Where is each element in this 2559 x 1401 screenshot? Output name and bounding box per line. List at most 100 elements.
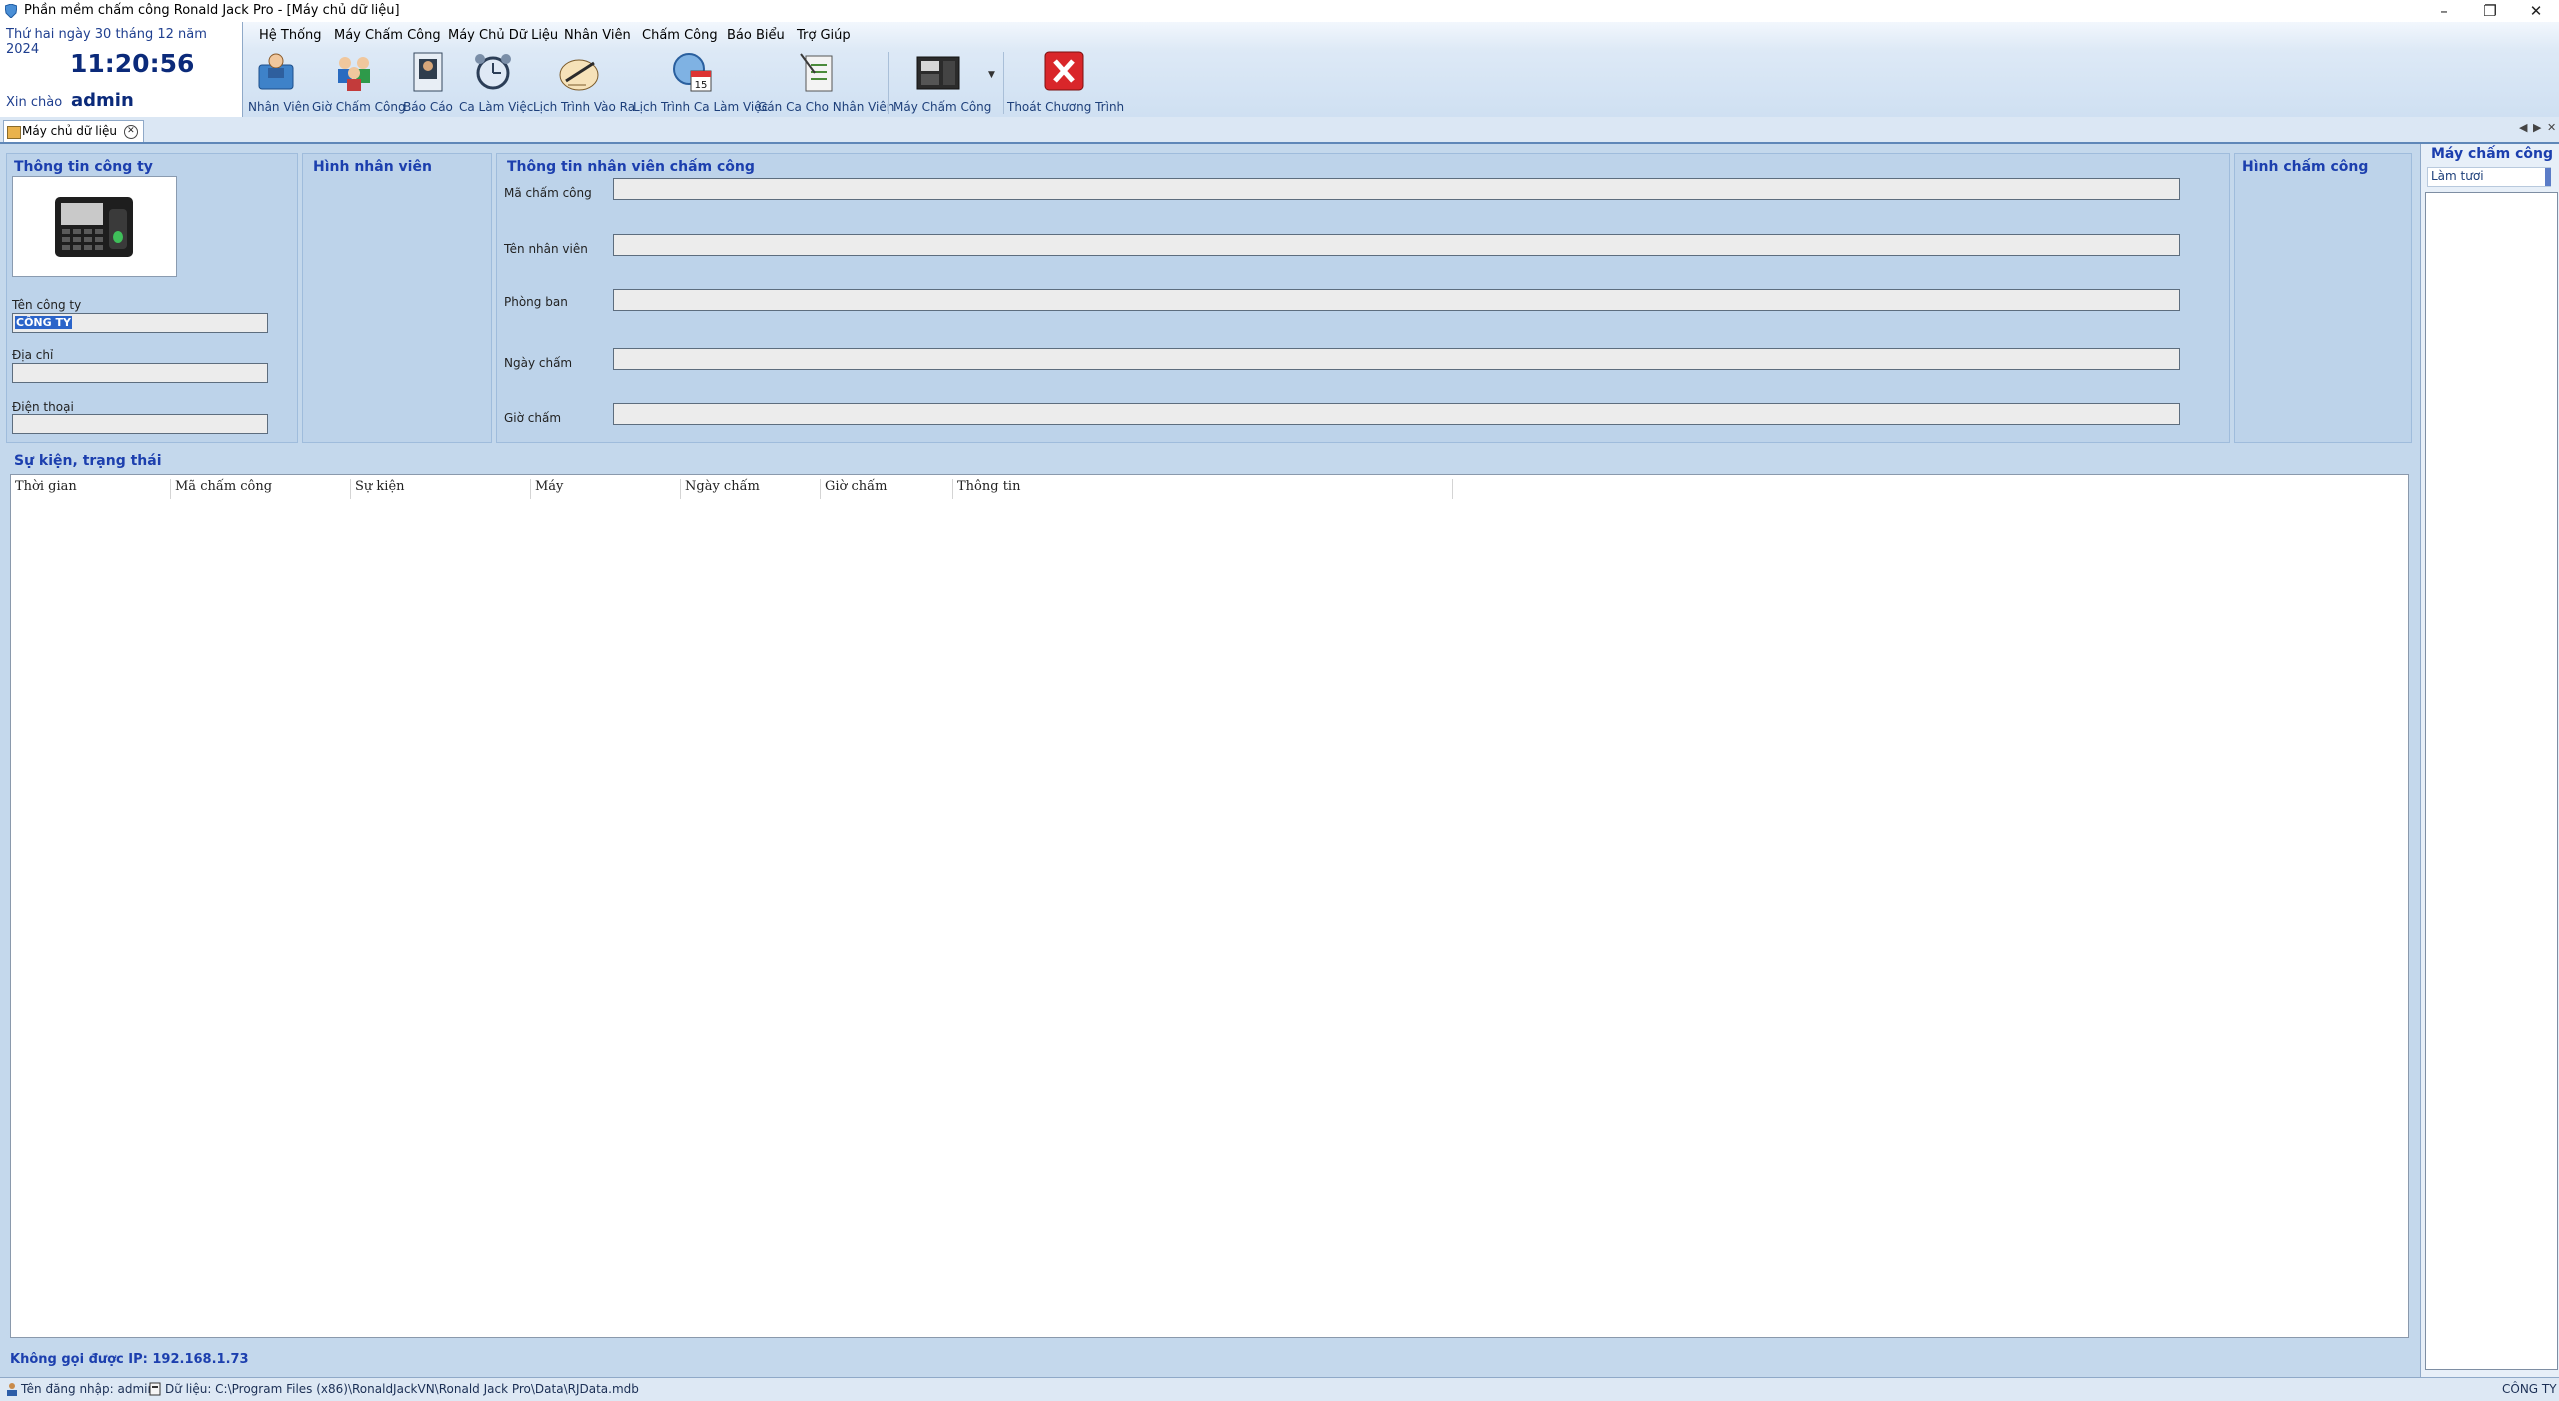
phong-ban-label: Phòng ban — [504, 295, 568, 309]
toolbar-label: Giờ Chấm Công — [312, 100, 406, 114]
toolbar-lich-trinh-ca-lam-viec-button[interactable]: 15 Lịch Trình Ca Làm Việc — [633, 49, 769, 115]
company-name-input[interactable]: CÔNG TY — [12, 313, 268, 333]
refresh-button[interactable]: Làm tươi — [2427, 167, 2551, 187]
attendance-info-title: Thông tin nhân viên chấm công — [507, 159, 755, 175]
tab-label: Máy chủ dữ liệu — [22, 124, 117, 138]
events-title: Sự kiện, trạng thái — [14, 453, 162, 469]
column-header-ma-cham-cong[interactable]: Mã chấm công — [171, 479, 351, 499]
ten-nhan-vien-input[interactable] — [613, 234, 2180, 256]
menu-may-chu-du-lieu[interactable]: Máy Chủ Dữ Liệu — [448, 28, 558, 43]
company-name-label: Tên công ty — [12, 298, 82, 312]
toolbar-label: Máy Chấm Công — [893, 100, 992, 114]
column-header-su-kien[interactable]: Sự kiện — [351, 479, 531, 499]
tab-document-icon — [7, 126, 21, 139]
dropdown-arrow-icon[interactable]: ▼ — [988, 70, 995, 80]
toolbar-bao-cao-button[interactable]: Báo Cáo — [403, 49, 453, 115]
login-status: Tên đăng nhập: admin — [21, 1382, 156, 1396]
phong-ban-input[interactable] — [613, 289, 2180, 311]
events-table[interactable]: Thời gian Mã chấm công Sự kiện Máy Ngày … — [10, 474, 2409, 1338]
menu-tro-giup[interactable]: Trợ Giúp — [797, 28, 851, 43]
alarm-clock-icon — [475, 54, 511, 90]
close-button[interactable]: ✕ — [2513, 0, 2559, 22]
toolbar-label: Nhân Viên — [248, 100, 310, 114]
toolbar-thoat-button[interactable]: Thoát Chương Trình — [1007, 49, 1124, 115]
calendar-icon: 15 — [673, 53, 712, 92]
company-logo — [12, 176, 177, 277]
clipboard-icon — [800, 53, 833, 92]
ma-cham-cong-label: Mã chấm công — [504, 186, 592, 200]
employee-folder-icon — [258, 53, 294, 90]
ngay-cham-label: Ngày chấm — [504, 356, 573, 370]
device-icon — [916, 56, 960, 90]
machine-dock-title: Máy chấm công — [2431, 146, 2554, 162]
company-info-title: Thông tin công ty — [14, 159, 153, 175]
attendance-photo-title: Hình chấm công — [2242, 159, 2369, 175]
data-path-status: Dữ liệu: C:\Program Files (x86)\RonaldJa… — [165, 1382, 639, 1396]
tab-close-all-icon[interactable]: ✕ — [2547, 121, 2556, 134]
employee-photo-title: Hình nhân viên — [313, 159, 432, 175]
column-header-thoi-gian[interactable]: Thời gian — [11, 479, 171, 499]
tab-may-chu-du-lieu[interactable]: Máy chủ dữ liệu ✕ — [3, 120, 144, 142]
current-time: 11:20:56 — [70, 49, 195, 78]
menu-he-thong[interactable]: Hệ Thống — [259, 28, 322, 43]
company-name-value: CÔNG TY — [15, 316, 72, 329]
ribbon: Hệ Thống Máy Chấm Công Máy Chủ Dữ Liệu N… — [243, 22, 2559, 118]
gio-cham-label: Giờ chấm — [504, 411, 562, 425]
toolbar-may-cham-cong-button[interactable]: Máy Chấm Công — [893, 49, 992, 115]
column-header-ngay-cham[interactable]: Ngày chấm — [681, 479, 821, 499]
toolbar-ca-lam-viec-button[interactable]: Ca Làm Việc — [459, 49, 534, 115]
menu-bao-bieu[interactable]: Báo Biểu — [727, 28, 785, 43]
employee-photo-panel: Hình nhân viên — [302, 153, 492, 443]
exit-icon — [1044, 51, 1084, 91]
toolbar-gio-cham-cong-button[interactable]: Giờ Chấm Công — [312, 49, 406, 115]
column-header-gio-cham[interactable]: Giờ chấm — [821, 479, 953, 499]
menu-nhan-vien[interactable]: Nhân Viên — [564, 28, 631, 43]
toolbar-separator — [1003, 52, 1004, 114]
database-icon — [149, 1382, 161, 1396]
menu-cham-cong[interactable]: Chấm Công — [642, 28, 718, 43]
report-icon — [413, 52, 443, 92]
tab-scroll-left-icon[interactable]: ◀ — [2519, 121, 2527, 134]
username-label: admin — [71, 90, 134, 111]
ma-cham-cong-input[interactable] — [613, 178, 2180, 200]
phone-input[interactable] — [12, 414, 268, 434]
clock-panel: Thứ hai ngày 30 tháng 12 năm 2024 11:20:… — [0, 22, 243, 118]
ngay-cham-input[interactable] — [613, 348, 2180, 370]
company-status: CÔNG TY — [2502, 1382, 2557, 1396]
status-bar: Tên đăng nhập: admin Dữ liệu: C:\Program… — [0, 1377, 2559, 1401]
toolbar-lich-trinh-vao-ra-button[interactable]: Lịch Trình Vào Ra — [533, 49, 636, 115]
toolbar-label: Ca Làm Việc — [459, 100, 534, 114]
column-header-thong-tin[interactable]: Thông tin — [953, 479, 1453, 499]
menu-may-cham-cong[interactable]: Máy Chấm Công — [334, 28, 441, 43]
ten-nhan-vien-label: Tên nhân viên — [504, 242, 588, 256]
column-header-may[interactable]: Máy — [531, 479, 681, 499]
toolbar-label: Lịch Trình Ca Làm Việc — [633, 100, 769, 114]
attendance-photo-panel: Hình chấm công — [2234, 153, 2412, 443]
tab-scroll-right-icon[interactable]: ▶ — [2533, 121, 2541, 134]
phone-label: Điện thoại — [12, 400, 74, 414]
workspace: Thông tin công ty Tên công ty CÔNG TY Đị… — [0, 144, 2418, 1377]
toolbar-label: Lịch Trình Vào Ra — [533, 100, 636, 114]
company-info-panel: Thông tin công ty Tên công ty CÔNG TY Đị… — [6, 153, 298, 443]
toolbar-gan-ca-button[interactable]: Gán Ca Cho Nhân Viên — [758, 49, 894, 115]
machine-list[interactable] — [2425, 192, 2558, 1370]
tab-close-icon[interactable]: ✕ — [123, 125, 138, 139]
connection-status-message: Không gọi được IP: 192.168.1.73 — [10, 1352, 249, 1367]
window-title: Phần mềm chấm công Ronald Jack Pro - [Má… — [24, 3, 400, 18]
toolbar-label: Báo Cáo — [403, 100, 453, 114]
calendar-day-text: 15 — [695, 80, 708, 91]
address-input[interactable] — [12, 363, 268, 383]
title-bar: Phần mềm chấm công Ronald Jack Pro - [Má… — [0, 0, 2559, 22]
attendance-info-panel: Thông tin nhân viên chấm công Mã chấm cô… — [496, 153, 2230, 443]
toolbar-nhan-vien-button[interactable]: Nhân Viên — [248, 49, 310, 115]
address-label: Địa chỉ — [12, 348, 54, 362]
restore-button[interactable]: ❐ — [2467, 0, 2513, 22]
greeting-label: Xin chào — [6, 95, 63, 110]
minimize-button[interactable]: – — [2421, 0, 2467, 22]
machine-dock: Máy chấm công Làm tươi — [2420, 144, 2559, 1377]
document-tab-row: Máy chủ dữ liệu ✕ — [0, 117, 2559, 144]
refresh-scroll-icon[interactable] — [2545, 168, 2551, 186]
pen-paper-icon — [559, 59, 599, 91]
gio-cham-input[interactable] — [613, 403, 2180, 425]
user-icon — [7, 1383, 17, 1396]
